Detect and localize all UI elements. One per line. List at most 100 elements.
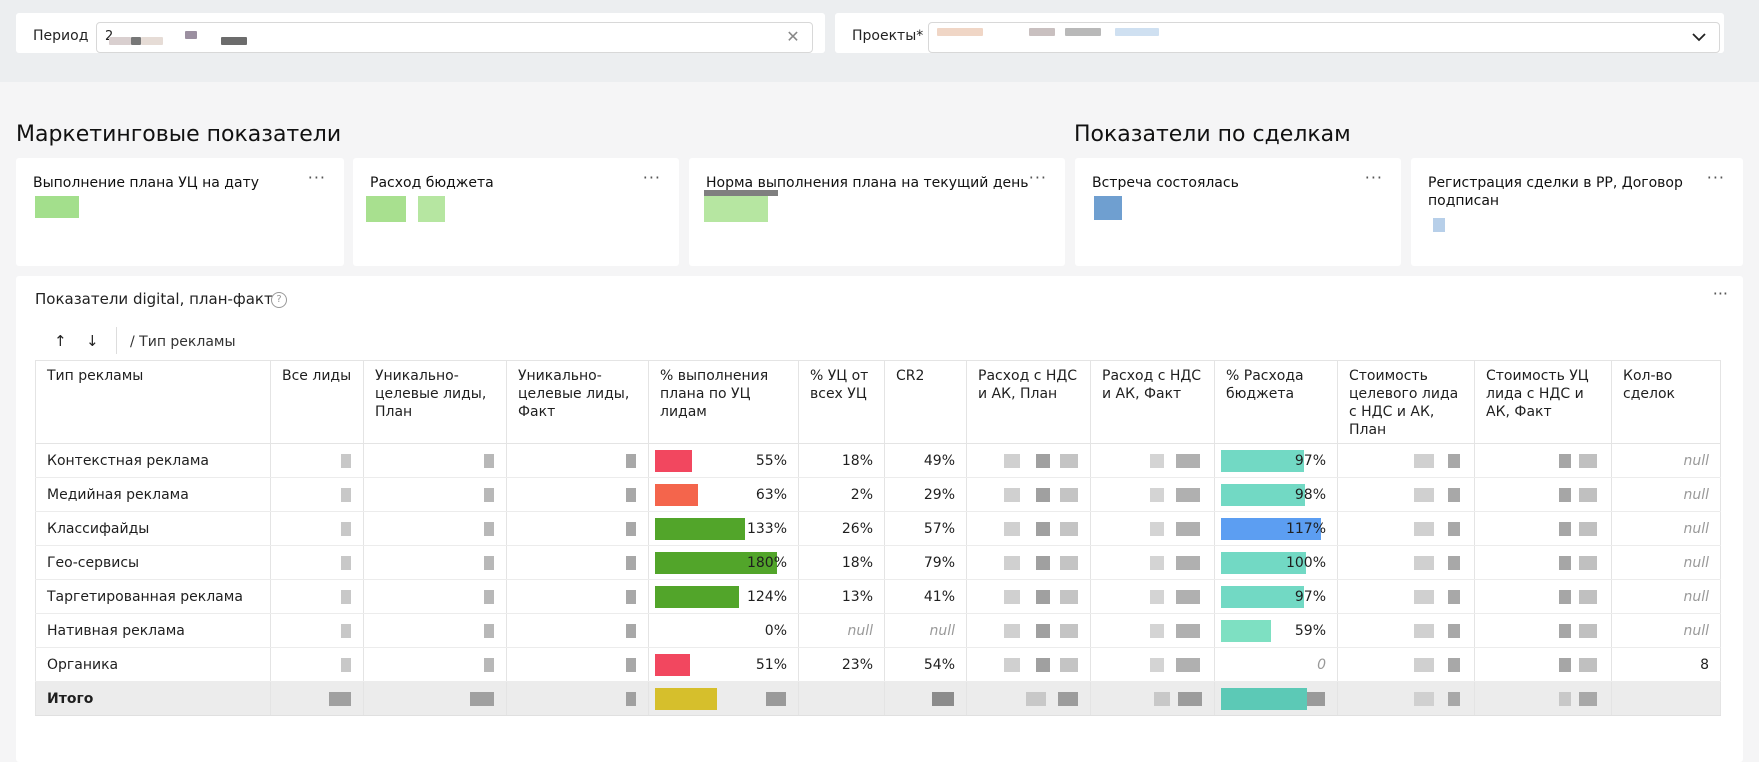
column-header[interactable]: Все лиды: [270, 360, 364, 444]
row-name: Контекстная реклама: [47, 452, 209, 469]
cell-value: null: [1683, 520, 1709, 537]
chevron-down-icon[interactable]: [1689, 27, 1709, 47]
card-menu-icon[interactable]: ···: [1365, 168, 1383, 187]
sort-up-icon[interactable]: ↑: [54, 332, 67, 350]
column-header[interactable]: Тип рекламы: [35, 360, 271, 444]
row-label: Органика: [35, 647, 271, 682]
column-header[interactable]: Стоимость целевого лида с НДС и АК, План: [1337, 360, 1475, 444]
plan-percent: 180%: [746, 554, 787, 571]
table-row[interactable]: Классифайды 133% 26% 57% 117% null: [35, 511, 1721, 546]
redacted-value: [1036, 658, 1050, 672]
marketing-section-title: Маркетинговые показатели: [16, 122, 342, 147]
table-row[interactable]: Нативная реклама 0% null null 59% null: [35, 613, 1721, 648]
column-header[interactable]: % выполнения плана по УЦ лидам: [648, 360, 799, 444]
total-share: [798, 681, 885, 716]
all-leads-cell: [270, 545, 364, 580]
panel-menu-icon[interactable]: ···: [1713, 284, 1728, 303]
spend-plan-cell: [966, 647, 1091, 682]
share-cell: 13%: [798, 579, 885, 614]
redacted-value: [1026, 692, 1046, 706]
help-icon[interactable]: ?: [271, 292, 287, 308]
redacted-value: [1004, 658, 1020, 672]
row-label: Таргетированная реклама: [35, 579, 271, 614]
cost-fact-cell: [1474, 545, 1612, 580]
digital-table: Тип рекламы Все лиды Уникально-целевые лид…: [35, 360, 1721, 716]
redacted-value: [329, 692, 351, 706]
row-name: Органика: [47, 656, 119, 673]
table-row[interactable]: Контекстная реклама 55% 18% 49% 97% null: [35, 443, 1721, 478]
sort-down-icon[interactable]: ↓: [86, 332, 99, 350]
column-header[interactable]: % УЦ от всех УЦ: [798, 360, 885, 444]
card-menu-icon[interactable]: ···: [308, 168, 326, 187]
breadcrumb[interactable]: / Тип рекламы: [130, 334, 236, 350]
redacted-value: [1579, 658, 1597, 672]
redacted-value: [1559, 692, 1571, 706]
share-cell: 23%: [798, 647, 885, 682]
plan-bar: [655, 688, 717, 710]
row-label: Нативная реклама: [35, 613, 271, 648]
redacted-value: [1579, 454, 1597, 468]
redacted-value: [1414, 556, 1434, 570]
total-cost-fact: [1474, 681, 1612, 716]
cell-value: 57%: [923, 520, 955, 537]
share-cell: 18%: [798, 545, 885, 580]
all-leads-cell: [270, 477, 364, 512]
table-row[interactable]: Органика 51% 23% 54% 0 8: [35, 647, 1721, 682]
spend-fact-cell: [1090, 579, 1215, 614]
column-header[interactable]: % Расхода бюджета: [1214, 360, 1338, 444]
column-header[interactable]: Расход с НДС и АК, План: [966, 360, 1091, 444]
card-menu-icon[interactable]: ···: [643, 168, 661, 187]
redacted-value: [1036, 522, 1050, 536]
redacted-value: [766, 692, 786, 706]
column-header[interactable]: Кол-во сделок: [1611, 360, 1721, 444]
column-header[interactable]: Стоимость УЦ лида с НДС и АК, Факт: [1474, 360, 1612, 444]
spend-plan-cell: [966, 443, 1091, 478]
total-cost-plan: [1337, 681, 1475, 716]
card-menu-icon[interactable]: ···: [1029, 168, 1047, 187]
card-title: Регистрация сделки в РР, Договор подписа…: [1428, 175, 1683, 209]
row-name: Медийная реклама: [47, 486, 189, 503]
total-spend-plan: [966, 681, 1091, 716]
column-header[interactable]: Уникально-целевые лиды, Факт: [506, 360, 649, 444]
projects-select[interactable]: [928, 22, 1720, 53]
redacted-value: [1307, 692, 1325, 706]
redacted-value: [470, 692, 494, 706]
redacted-value: [1559, 658, 1571, 672]
clear-icon[interactable]: ✕: [784, 28, 802, 46]
card-menu-icon[interactable]: ···: [1707, 168, 1725, 187]
column-header[interactable]: Расход с НДС и АК, Факт: [1090, 360, 1215, 444]
redacted-value: [626, 488, 636, 502]
redacted-value: [1579, 692, 1597, 706]
period-input[interactable]: 2 ✕: [96, 22, 813, 53]
budget-percent-cell: 97%: [1214, 443, 1338, 478]
redacted-value: [626, 658, 636, 672]
cr2-cell: 54%: [884, 647, 967, 682]
plan-percent-cell: 124%: [648, 579, 799, 614]
redacted-value: [1559, 624, 1571, 638]
table-row[interactable]: Медийная реклама 63% 2% 29% 98% null: [35, 477, 1721, 512]
cell-value: 13%: [841, 588, 873, 605]
budget-percent: 117%: [1285, 520, 1326, 537]
total-row: Итого: [35, 681, 1721, 716]
uc-plan-cell: [363, 545, 507, 580]
deals-cell: null: [1611, 579, 1721, 614]
plan-percent-cell: 51%: [648, 647, 799, 682]
blurred-value: [366, 196, 406, 222]
total-label-cell: Итого: [35, 681, 271, 716]
cell-value: null: [1683, 554, 1709, 571]
redacted-value: [1150, 624, 1164, 638]
period-label: Период: [33, 28, 89, 44]
uc-fact-cell: [506, 545, 649, 580]
cell-value: 49%: [923, 452, 955, 469]
cost-plan-cell: [1337, 443, 1475, 478]
redacted-value: [626, 692, 636, 706]
cr2-cell: 57%: [884, 511, 967, 546]
deals-cell: null: [1611, 511, 1721, 546]
redacted-value: [932, 692, 954, 706]
deals-cell: null: [1611, 613, 1721, 648]
table-row[interactable]: Гео-сервисы 180% 18% 79% 100% null: [35, 545, 1721, 580]
table-row[interactable]: Таргетированная реклама 124% 13% 41% 97% null: [35, 579, 1721, 614]
column-header[interactable]: Уникально-целевые лиды, План: [363, 360, 507, 444]
row-name: Классифайды: [47, 520, 150, 537]
column-header[interactable]: CR2: [884, 360, 967, 444]
